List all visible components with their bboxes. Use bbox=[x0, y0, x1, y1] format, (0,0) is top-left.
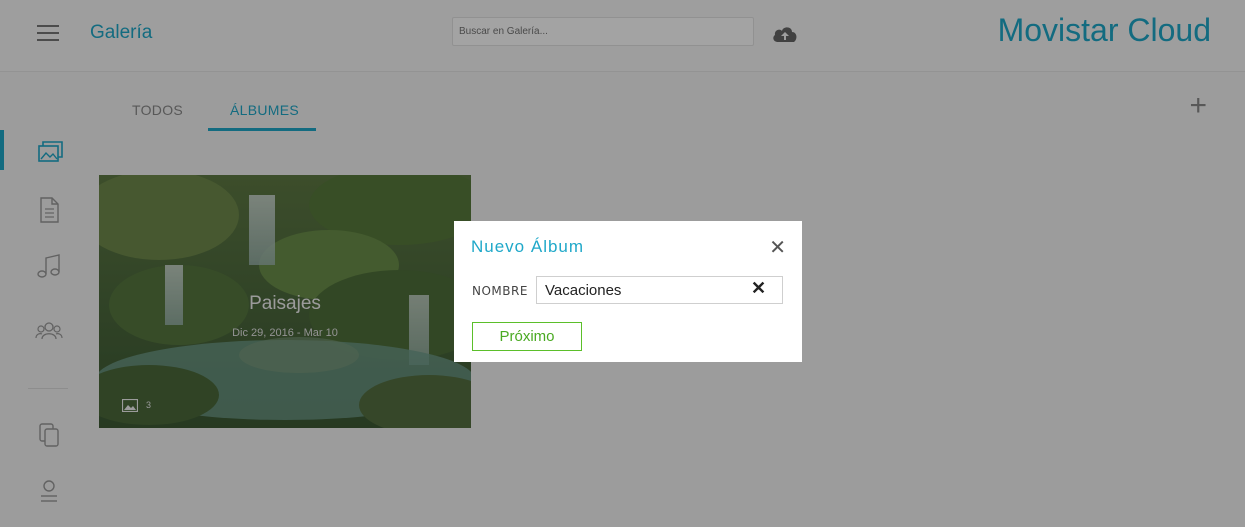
clear-icon[interactable]: ✕ bbox=[751, 278, 766, 299]
close-icon[interactable]: ✕ bbox=[769, 235, 786, 260]
name-field-label: NOMBRE bbox=[472, 284, 528, 298]
new-album-dialog: Nuevo Álbum ✕ NOMBRE ✕ Próximo bbox=[454, 221, 802, 362]
album-name-input[interactable] bbox=[536, 276, 783, 304]
dialog-title: Nuevo Álbum bbox=[471, 237, 585, 256]
next-button[interactable]: Próximo bbox=[472, 322, 582, 351]
